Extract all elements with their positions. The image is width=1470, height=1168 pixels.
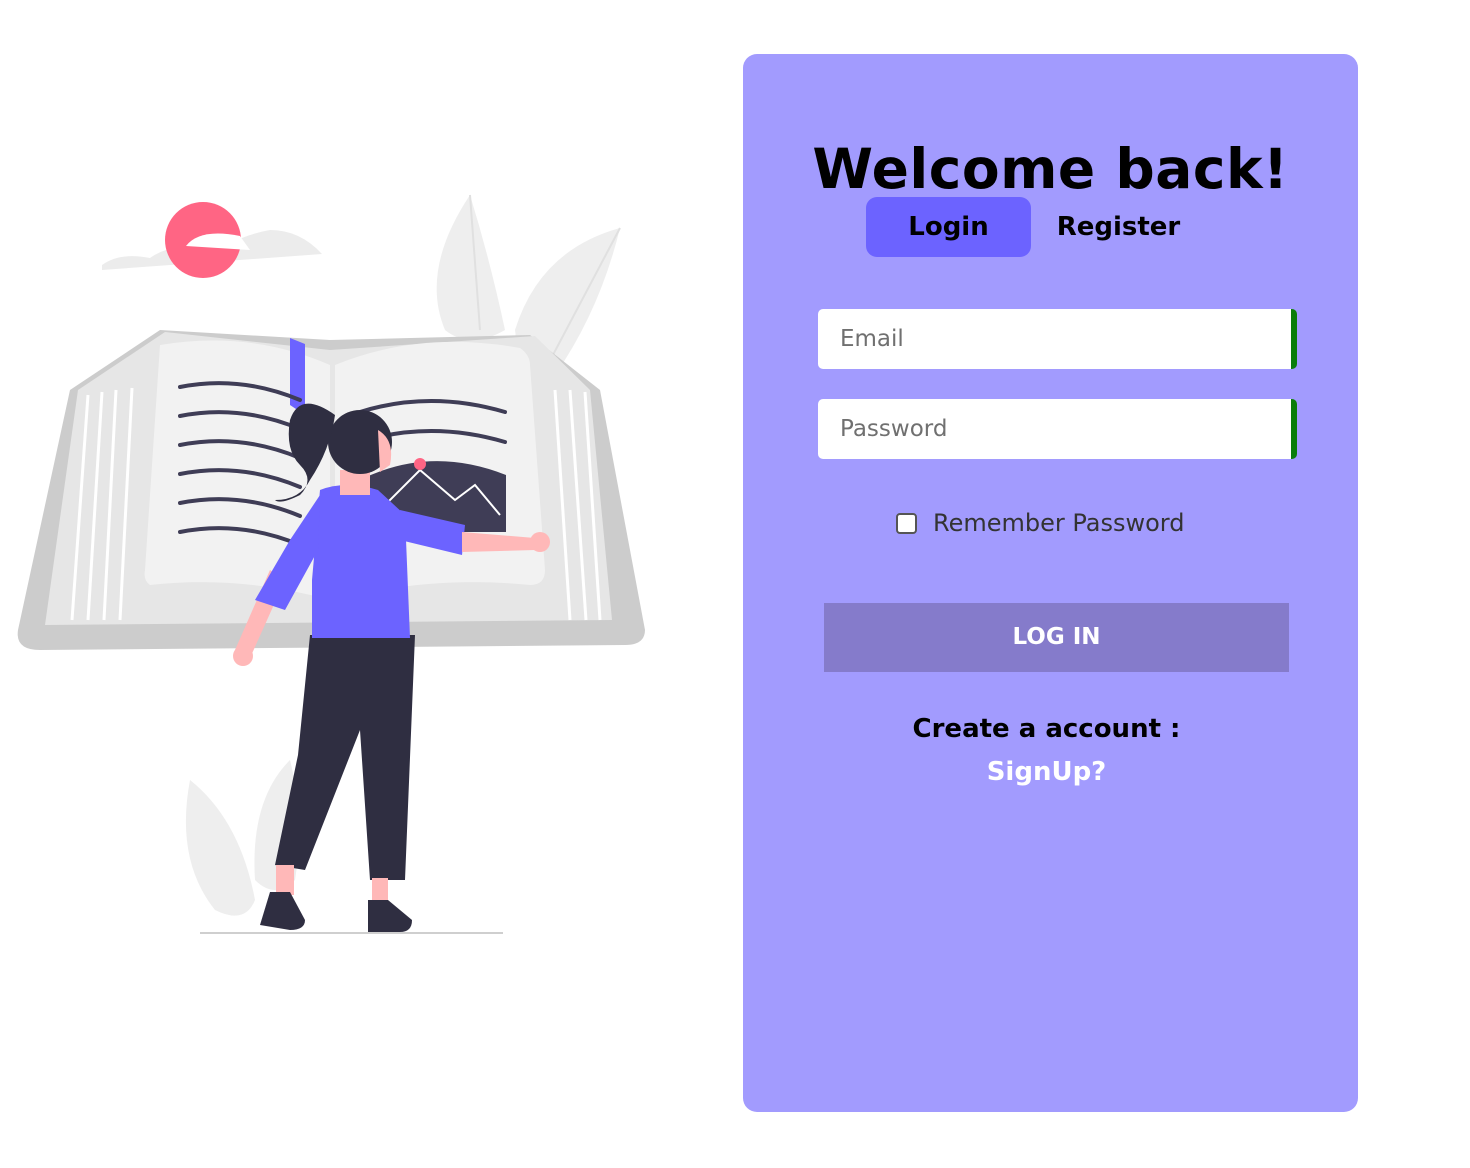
password-field-container xyxy=(818,399,1297,459)
create-account-text: Create a account : xyxy=(912,714,1181,744)
email-field[interactable] xyxy=(818,309,1291,369)
login-page: Welcome back! Login Register Remember Pa… xyxy=(0,0,1470,1168)
email-field-container xyxy=(818,309,1297,369)
remember-password-label[interactable]: Remember Password xyxy=(933,509,1184,537)
signup-link[interactable]: SignUp? xyxy=(743,757,1350,787)
login-card: Welcome back! Login Register Remember Pa… xyxy=(743,54,1358,1112)
auth-tabs: Login Register xyxy=(866,197,1226,257)
login-button[interactable]: LOG IN xyxy=(824,603,1289,672)
password-field[interactable] xyxy=(818,399,1291,459)
tab-login[interactable]: Login xyxy=(866,197,1031,257)
remember-password-row: Remember Password xyxy=(896,507,1184,539)
reading-illustration xyxy=(0,180,680,960)
woman-reading-book-icon xyxy=(17,194,645,934)
tab-register[interactable]: Register xyxy=(1041,197,1196,257)
remember-password-checkbox[interactable] xyxy=(896,512,917,534)
page-title: Welcome back! xyxy=(812,137,1289,201)
